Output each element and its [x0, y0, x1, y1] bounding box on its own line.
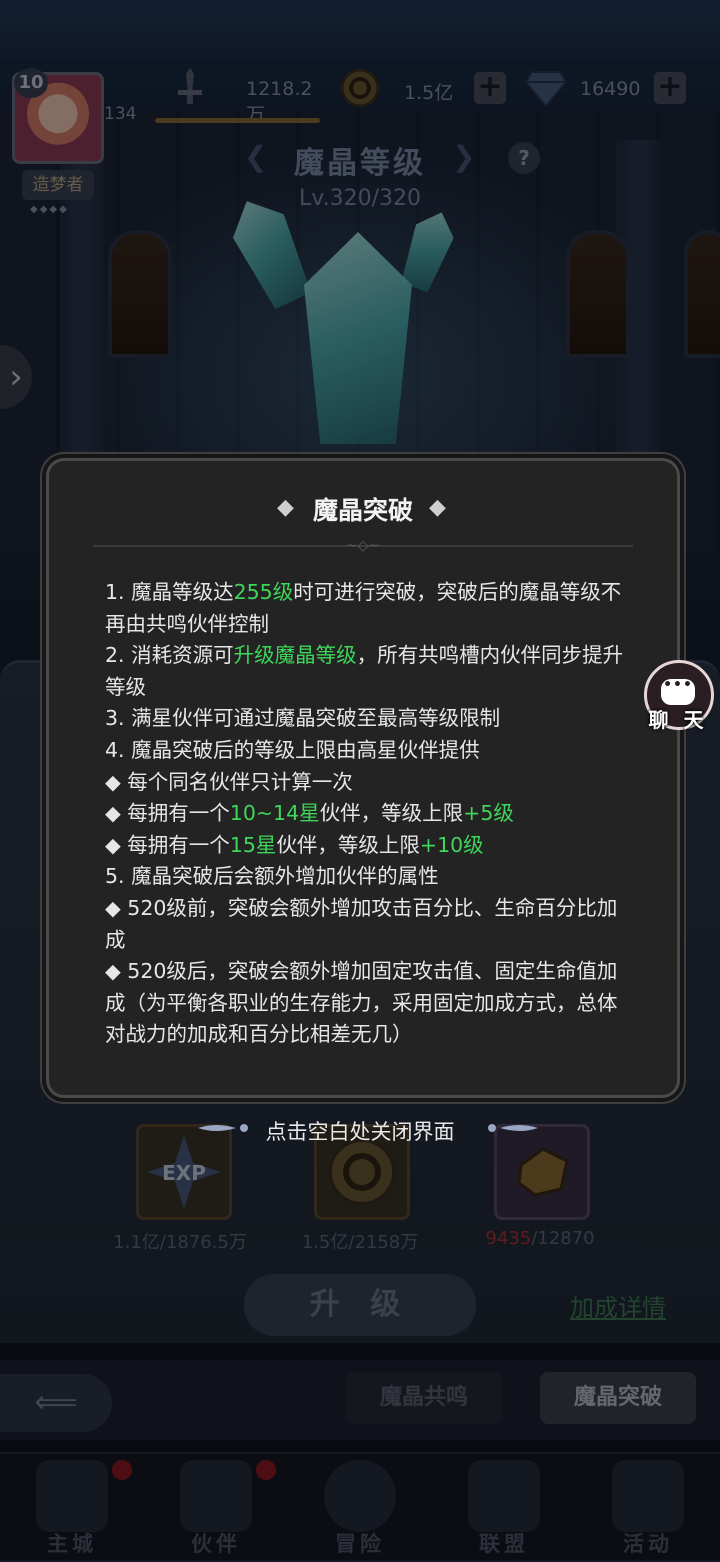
rule-text: 1. 魔晶等级达 [105, 580, 234, 604]
rule-line: 1. 魔晶等级达255级时可进行突破，突破后的魔晶等级不再由共鸣伙伴控制 [105, 577, 625, 640]
rule-line: 3. 满星伙伴可通过魔晶突破至最高等级限制 [105, 703, 625, 735]
breakthrough-info-dialog: ◆ 魔晶突破 ◆ ~◇~ 1. 魔晶等级达255级时可进行突破，突破后的魔晶等级… [46, 458, 680, 1098]
highlight-text: +10级 [419, 832, 484, 857]
rule-text: 2. 消耗资源可 [105, 643, 234, 668]
rule-line: 2. 消耗资源可升级魔晶等级，所有共鸣槽内伙伴同步提升等级 [105, 640, 625, 703]
rule-text: 4. 魔晶突破后的等级上限由高星伙伴提供 [105, 737, 480, 762]
rule-line: ◆ 每拥有一个10~14星伙伴，等级上限+5级 [105, 798, 625, 830]
rule-line: 4. 魔晶突破后的等级上限由高星伙伴提供 [105, 735, 625, 767]
rule-text: ◆ 每拥有一个 [105, 801, 230, 826]
rule-text: 5. 魔晶突破后会额外增加伙伴的属性 [105, 864, 439, 889]
chat-label: 聊 天 [648, 708, 708, 732]
rule-text: ◆ 每拥有一个 [105, 832, 230, 857]
rule-text: 伙伴，等级上限 [276, 832, 420, 857]
rule-text: 伙伴，等级上限 [319, 801, 464, 826]
highlight-text: +5级 [463, 801, 514, 826]
highlight-text: 255级 [233, 580, 294, 604]
rule-line: ◆ 每个同名伙伴只计算一次 [105, 767, 625, 799]
rule-line: ◆ 520级后，突破会额外增加固定攻击值、固定生命值加成（为平衡各职业的生存能力… [105, 956, 625, 1051]
dialog-body: 1. 魔晶等级达255级时可进行突破，突破后的魔晶等级不再由共鸣伙伴控制 2. 消… [105, 577, 625, 1051]
highlight-text: 10~14星 [229, 801, 320, 826]
rule-line: 5. 魔晶突破后会额外增加伙伴的属性 [105, 861, 625, 893]
diamond-ornament-icon: ◆ [429, 495, 446, 520]
rule-text: ◆ 520级后，突破会额外增加固定攻击值、固定生命值加成（为平衡各职业的生存能力… [105, 959, 618, 1047]
rule-text: 3. 满星伙伴可通过魔晶突破至最高等级限制 [105, 706, 501, 731]
rule-text: ◆ 每个同名伙伴只计算一次 [105, 769, 353, 794]
highlight-text: 15星 [229, 832, 277, 857]
rule-text: ◆ 520级前，突破会额外增加攻击百分比、生命百分比加成 [105, 895, 618, 952]
rule-line: ◆ 520级前，突破会额外增加攻击百分比、生命百分比加成 [105, 893, 625, 956]
chat-dots: ••• [663, 677, 693, 693]
rule-line: ◆ 每拥有一个15星伙伴，等级上限+10级 [105, 830, 625, 862]
highlight-text: 升级魔晶等级 [233, 643, 357, 668]
divider-ornament: ~◇~ [345, 538, 381, 554]
close-hint: 点击空白处关闭界面 [265, 1120, 455, 1144]
dialog-title: 魔晶突破 [312, 496, 413, 525]
hint-right-ornament [488, 1124, 538, 1132]
